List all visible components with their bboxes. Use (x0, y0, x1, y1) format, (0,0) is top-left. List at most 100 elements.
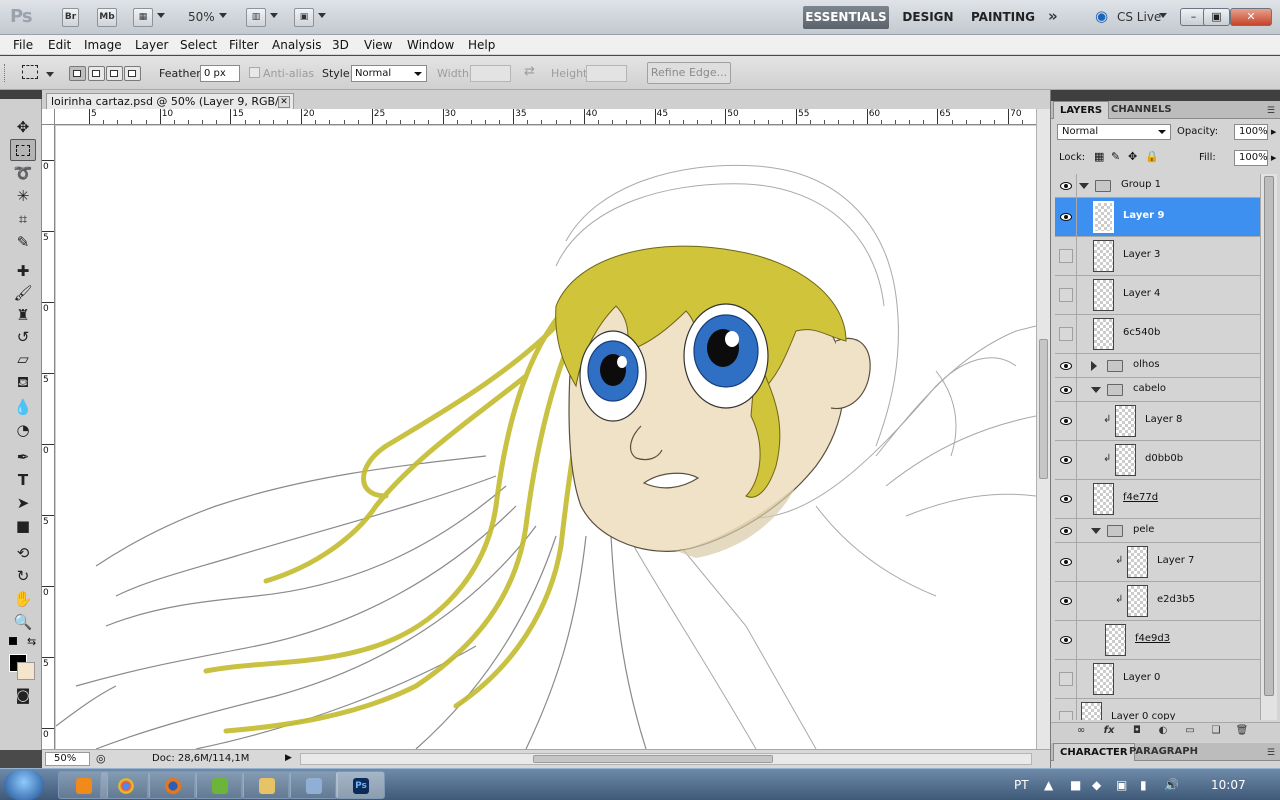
visibility-toggle[interactable] (1055, 402, 1077, 440)
opacity-input[interactable]: 100% (1234, 124, 1268, 140)
default-colors-icon[interactable] (9, 637, 17, 645)
layer-row[interactable]: ↲ e2d3b5 (1055, 582, 1260, 621)
layers-scroll-thumb[interactable] (1264, 176, 1274, 696)
chevron-down-icon[interactable] (219, 13, 227, 18)
lasso-tool-icon[interactable]: ➰ (10, 162, 36, 184)
network-icon[interactable]: ▮ (1140, 778, 1147, 792)
tab-channels[interactable]: CHANNELS (1105, 101, 1178, 119)
link-layers-icon[interactable]: ∞ (1073, 725, 1089, 739)
layer-thumbnail[interactable] (1081, 702, 1102, 720)
menu-analysis[interactable]: Analysis (272, 38, 321, 52)
visibility-toggle[interactable] (1055, 519, 1077, 542)
menu-filter[interactable]: Filter (229, 38, 259, 52)
workspace-painting[interactable]: PAINTING (968, 6, 1038, 29)
options-grip[interactable] (4, 64, 8, 82)
dodge-tool-icon[interactable]: ◔ (10, 419, 36, 441)
hand-tool-icon[interactable]: ✋ (10, 588, 36, 610)
visibility-toggle[interactable] (1055, 354, 1077, 377)
tray-app-icon[interactable]: ◆ (1092, 778, 1101, 792)
blur-tool-icon[interactable]: 💧 (10, 396, 36, 418)
collapse-group-icon[interactable] (1091, 527, 1101, 534)
panel-menu-icon[interactable]: ☰ (1267, 748, 1275, 758)
layer-row[interactable]: ↲ Layer 8 (1055, 402, 1260, 441)
layer-row[interactable]: f4e77d (1055, 480, 1260, 519)
lock-all-icon[interactable]: 🔒 (1145, 150, 1159, 163)
layers-scrollbar[interactable] (1260, 174, 1277, 720)
maximize-button[interactable]: ▣ (1203, 8, 1230, 26)
layer-row[interactable]: Layer 4 (1055, 276, 1260, 315)
height-input[interactable] (586, 65, 627, 82)
new-layer-icon[interactable]: ❑ (1208, 725, 1224, 739)
visibility-toggle[interactable] (1055, 621, 1077, 659)
tray-app-icon[interactable]: ■ (1070, 778, 1081, 792)
taskbar-photoshop[interactable]: Ps (335, 771, 385, 799)
rectangular-marquee-tool-icon[interactable] (10, 139, 36, 161)
volume-icon[interactable]: 🔊 (1164, 778, 1179, 792)
horizontal-scroll-thumb[interactable] (533, 755, 773, 763)
type-tool-icon[interactable]: T (10, 469, 36, 491)
width-input[interactable] (470, 65, 511, 82)
zoom-tool-icon[interactable]: 🔍 (10, 611, 36, 633)
menu-view[interactable]: View (364, 38, 392, 52)
layer-row[interactable]: ↲ d0bb0b (1055, 441, 1260, 480)
menu-file[interactable]: File (13, 38, 33, 52)
screen-mode-button[interactable]: ▣ (294, 8, 314, 27)
menu-image[interactable]: Image (84, 38, 122, 52)
menu-window[interactable]: Window (407, 38, 454, 52)
eraser-tool-icon[interactable]: ▱ (10, 348, 36, 370)
expand-group-icon[interactable] (1091, 360, 1097, 371)
collapse-group-icon[interactable] (1079, 182, 1089, 189)
tab-layers[interactable]: LAYERS (1053, 101, 1110, 119)
brush-tool-icon[interactable]: 🖌 (10, 282, 36, 304)
layer-row[interactable]: Layer 0 (1055, 660, 1260, 699)
view-extras-button[interactable]: ▦ (133, 8, 153, 27)
layer-thumbnail[interactable] (1105, 624, 1126, 656)
layer-thumbnail[interactable] (1093, 279, 1114, 311)
bridge-button[interactable]: Br (62, 8, 79, 27)
menu-edit[interactable]: Edit (48, 38, 71, 52)
chevron-down-icon[interactable] (318, 13, 326, 18)
delete-layer-icon[interactable]: 🗑 (1234, 725, 1250, 739)
clone-stamp-tool-icon[interactable]: ♜ (10, 304, 36, 326)
layer-thumbnail[interactable] (1127, 546, 1148, 578)
layer-row[interactable]: Layer 0 copy (1055, 699, 1260, 720)
visibility-toggle[interactable] (1055, 441, 1077, 479)
paint-bucket-tool-icon[interactable]: ⛾ (10, 371, 36, 393)
zoom-field[interactable]: 50% (45, 752, 90, 766)
layer-row[interactable]: 6c540b (1055, 315, 1260, 354)
visibility-toggle[interactable] (1055, 315, 1077, 353)
close-document-icon[interactable]: ✕ (278, 96, 290, 108)
ruler-origin[interactable] (42, 109, 55, 125)
chevron-down-icon[interactable] (157, 13, 165, 18)
subtract-from-selection-icon[interactable] (106, 66, 123, 81)
status-menu-arrow-icon[interactable]: ▶ (285, 753, 292, 763)
visibility-toggle[interactable] (1055, 699, 1077, 720)
3d-rotate-tool-icon[interactable]: ⟲ (10, 542, 36, 564)
anti-alias-checkbox[interactable] (249, 67, 260, 78)
layer-group-row[interactable]: cabelo (1055, 378, 1260, 402)
blend-mode-select[interactable]: Normal (1057, 124, 1171, 140)
taskbar-firefox[interactable] (147, 771, 197, 799)
marquee-tool-preset-icon[interactable] (22, 65, 38, 79)
clock[interactable]: 10:07 (1211, 778, 1246, 792)
layer-thumbnail[interactable] (1115, 444, 1136, 476)
layer-group-row[interactable]: olhos (1055, 354, 1260, 378)
layer-group-row[interactable]: pele (1055, 519, 1260, 543)
visibility-toggle[interactable] (1055, 543, 1077, 581)
style-select[interactable]: Normal (351, 65, 427, 82)
layer-row[interactable]: Layer 9 (1055, 198, 1260, 237)
visibility-toggle[interactable] (1055, 480, 1077, 518)
layer-thumbnail[interactable] (1093, 201, 1114, 233)
intersect-selection-icon[interactable] (124, 66, 141, 81)
vertical-scrollbar[interactable] (1036, 109, 1050, 749)
fill-slider-arrow-icon[interactable]: ▶ (1271, 154, 1276, 162)
taskbar-window[interactable] (288, 771, 338, 799)
menu-help[interactable]: Help (468, 38, 495, 52)
menu-3d[interactable]: 3D (332, 38, 349, 52)
visibility-toggle[interactable] (1055, 237, 1077, 275)
new-selection-icon[interactable] (69, 66, 86, 81)
chevron-down-icon[interactable] (46, 72, 54, 77)
quick-selection-tool-icon[interactable]: ✳ (10, 185, 36, 207)
collapse-group-icon[interactable] (1091, 386, 1101, 393)
opacity-slider-arrow-icon[interactable]: ▶ (1271, 128, 1276, 136)
